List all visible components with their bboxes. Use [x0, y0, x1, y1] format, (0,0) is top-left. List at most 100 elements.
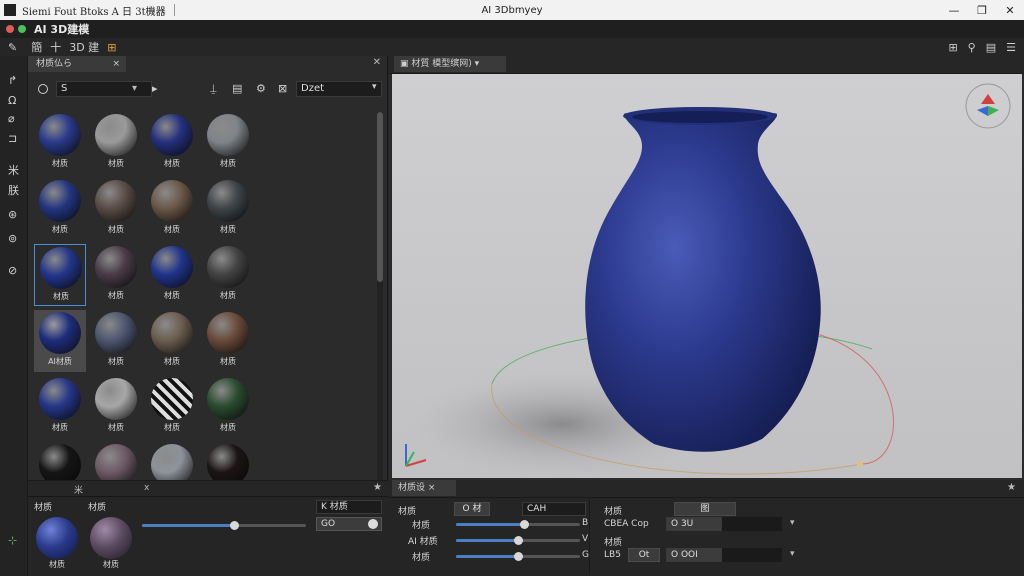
maximize-button[interactable]: ❐: [968, 0, 996, 20]
tab-viewport[interactable]: ▣ 材質 模型缤网) ▾: [394, 56, 506, 72]
material-swatch[interactable]: 材质: [34, 244, 86, 306]
3d-viewport[interactable]: [392, 74, 1022, 478]
toolbar-item-simple[interactable]: 簡: [31, 39, 42, 55]
chevron-down-icon[interactable]: ▾: [790, 518, 795, 528]
prop-col2-field4[interactable]: O OOI: [666, 548, 722, 562]
chevron-down-icon[interactable]: ▾: [372, 82, 377, 92]
scrollbar-thumb[interactable]: [377, 112, 383, 282]
tab-properties[interactable]: 材质设 ×: [392, 480, 456, 496]
close-dot-icon[interactable]: [6, 25, 14, 33]
material-slider[interactable]: [142, 521, 306, 530]
prop-slider-3[interactable]: [456, 552, 580, 561]
strip-tool-4-icon[interactable]: ⊐: [8, 132, 17, 145]
material-swatch[interactable]: 材质: [202, 112, 254, 174]
panels-icon[interactable]: ▤: [986, 41, 996, 54]
library-scrollbar[interactable]: [377, 112, 383, 536]
material-swatch[interactable]: 材质: [146, 112, 198, 174]
view-gizmo-west-icon[interactable]: [977, 106, 988, 116]
strip-tool-8-icon[interactable]: ⊚: [8, 232, 17, 245]
strip-tool-2-icon[interactable]: Ω: [8, 94, 16, 107]
strip-tool-5-icon[interactable]: 米: [8, 162, 19, 178]
favorite-star-icon[interactable]: ★: [373, 482, 382, 493]
material-swatch[interactable]: 材质: [146, 376, 198, 438]
prop-row1-field[interactable]: CAH: [522, 502, 586, 516]
prop-slider-2[interactable]: [456, 536, 580, 545]
material-value-field[interactable]: GO: [316, 517, 382, 531]
layout-icon[interactable]: ⊞: [948, 41, 957, 54]
footer-right-icon[interactable]: ⅹ: [144, 483, 149, 493]
material-swatch[interactable]: 材质: [34, 112, 86, 174]
material-swatch[interactable]: AI材质: [34, 310, 86, 372]
circle-filter-icon[interactable]: [38, 84, 48, 94]
view-gizmo-north-icon[interactable]: [981, 94, 995, 104]
material-swatch[interactable]: 材质: [34, 376, 86, 438]
strip-tool-1-icon[interactable]: ↱: [8, 74, 17, 87]
prop-col2-button1[interactable]: 图: [674, 502, 736, 516]
toolbar-item-3d[interactable]: 3D 建: [69, 39, 99, 55]
list-icon[interactable]: ▤: [232, 82, 242, 95]
add-icon[interactable]: 十: [50, 39, 61, 55]
filter-combo[interactable]: S: [56, 81, 152, 97]
search-icon[interactable]: ⚲: [968, 41, 976, 54]
material-name-field[interactable]: K 材质: [316, 500, 382, 514]
strip-tool-9-icon[interactable]: ⊘: [8, 264, 17, 277]
material-swatch[interactable]: 材质: [202, 178, 254, 240]
material-swatch[interactable]: 材质: [90, 178, 142, 240]
close-tab-icon[interactable]: ×: [425, 483, 436, 493]
vase-model[interactable]: [585, 111, 821, 452]
favorite-star-icon[interactable]: ★: [1007, 482, 1016, 493]
selected-material-preview[interactable]: [36, 517, 78, 559]
material-swatch[interactable]: 材质: [202, 310, 254, 372]
eye-icon[interactable]: [368, 519, 378, 529]
settings-icon[interactable]: ⚙: [256, 82, 266, 95]
object-combo[interactable]: Dzet: [296, 81, 382, 97]
prop-slider-2-knob[interactable]: [514, 536, 523, 545]
material-swatch[interactable]: 材质: [34, 178, 86, 240]
bulb-icon[interactable]: ⍊: [210, 82, 217, 96]
tab-material-library[interactable]: 材质仏ら ×: [28, 56, 126, 72]
app-header: AI 3D建模: [0, 20, 1024, 38]
material-swatch[interactable]: 材质: [202, 244, 254, 306]
material-swatch[interactable]: 材质: [146, 178, 198, 240]
pin-icon[interactable]: ✕: [373, 57, 381, 68]
edit-tool-icon[interactable]: ✎: [8, 41, 17, 54]
prop-slider-3-knob[interactable]: [514, 552, 523, 561]
material-slider-knob[interactable]: [229, 521, 239, 530]
prop-col2-bar4[interactable]: [722, 548, 782, 562]
strip-tool-7-icon[interactable]: ⊛: [8, 208, 17, 221]
material-panel-title: 材质: [34, 503, 53, 513]
minimize-button[interactable]: —: [940, 0, 968, 20]
chevron-down-icon[interactable]: ▾: [472, 59, 480, 69]
material-swatch[interactable]: 材质: [146, 310, 198, 372]
material-swatch[interactable]: 材质: [90, 376, 142, 438]
prop-col2-bar2[interactable]: [722, 517, 782, 531]
strip-tool-3-icon[interactable]: ⌀: [8, 112, 15, 125]
material-swatch-label: 材质: [220, 225, 236, 234]
prop-slider-1[interactable]: [456, 520, 580, 529]
grid-icon[interactable]: ⊞: [107, 41, 116, 54]
close-tab-icon[interactable]: ×: [112, 56, 120, 72]
material-swatch[interactable]: 材质: [90, 244, 142, 306]
prop-slider-1-knob[interactable]: [520, 520, 530, 529]
close-button[interactable]: ✕: [996, 0, 1024, 20]
material-preview-ball: [40, 247, 82, 289]
menu-icon[interactable]: ☰: [1006, 41, 1016, 54]
chevron-down-icon[interactable]: ▾: [790, 549, 795, 559]
material-swatch[interactable]: 材质: [202, 376, 254, 438]
view-gizmo-east-icon[interactable]: [988, 106, 999, 116]
chevron-down-icon[interactable]: ▾: [132, 83, 137, 94]
material-swatch[interactable]: 材质: [90, 310, 142, 372]
secondary-material-preview[interactable]: [90, 517, 132, 559]
material-swatch[interactable]: 材质: [146, 244, 198, 306]
orbit-handle[interactable]: [857, 461, 863, 467]
axis-gizmo-icon[interactable]: ⊹: [8, 534, 17, 547]
prop-row1-button[interactable]: O 材: [454, 502, 490, 516]
strip-tool-6-icon[interactable]: 朕: [8, 182, 19, 198]
play-icon[interactable]: ▸: [152, 82, 158, 95]
tag-icon[interactable]: ⊠: [278, 82, 287, 95]
footer-left-icon[interactable]: 米: [74, 483, 83, 496]
material-swatch[interactable]: 材质: [90, 112, 142, 174]
prop-col2-field2[interactable]: O 3U: [666, 517, 722, 531]
prop-col2-button4[interactable]: Ot: [628, 548, 660, 562]
zoom-dot-icon[interactable]: [18, 25, 26, 33]
